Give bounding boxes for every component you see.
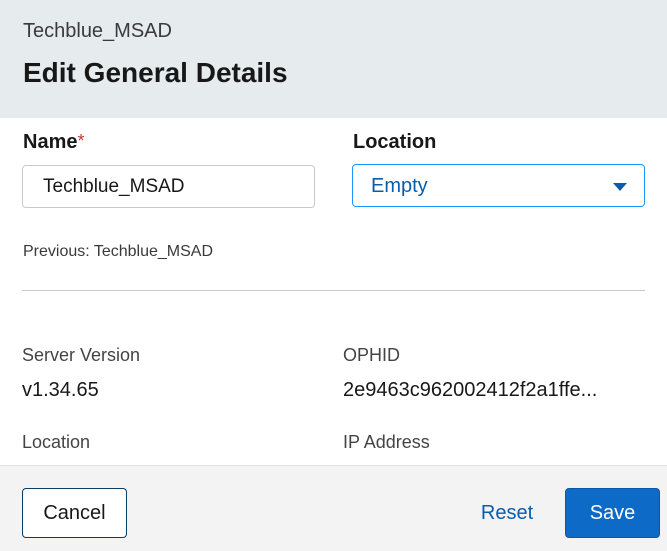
location-field-label: Location: [353, 131, 437, 153]
modal-title: Edit General Details: [23, 57, 288, 88]
name-label-text: Name: [23, 131, 78, 153]
name-field-label: Name*: [23, 131, 85, 154]
save-button[interactable]: Save: [565, 488, 660, 538]
modal-subtitle: Techblue_MSAD: [23, 20, 172, 42]
ophid-value: 2e9463c962002412f2a1ffe...: [343, 379, 598, 401]
caret-down-icon: [613, 183, 627, 191]
location-info-label: Location: [22, 432, 91, 452]
edit-general-details-modal: Techblue_MSAD Edit General Details Name*…: [0, 0, 667, 551]
modal-footer: Cancel Reset Save: [0, 465, 667, 551]
name-input[interactable]: Techblue_MSAD: [22, 165, 315, 208]
ophid-label: OPHID: [343, 345, 401, 365]
location-selected-value: Empty: [371, 175, 428, 197]
ip-address-label: IP Address: [343, 432, 430, 452]
cancel-button[interactable]: Cancel: [22, 488, 127, 538]
server-version-label: Server Version: [22, 345, 141, 365]
required-marker: *: [77, 131, 85, 151]
server-version-value: v1.34.65: [22, 379, 99, 401]
section-divider: [22, 290, 645, 291]
previous-name-hint: Previous: Techblue_MSAD: [23, 243, 214, 260]
location-select[interactable]: Empty: [352, 164, 645, 207]
reset-button[interactable]: Reset: [468, 488, 546, 538]
modal-header: Techblue_MSAD Edit General Details: [0, 0, 667, 118]
